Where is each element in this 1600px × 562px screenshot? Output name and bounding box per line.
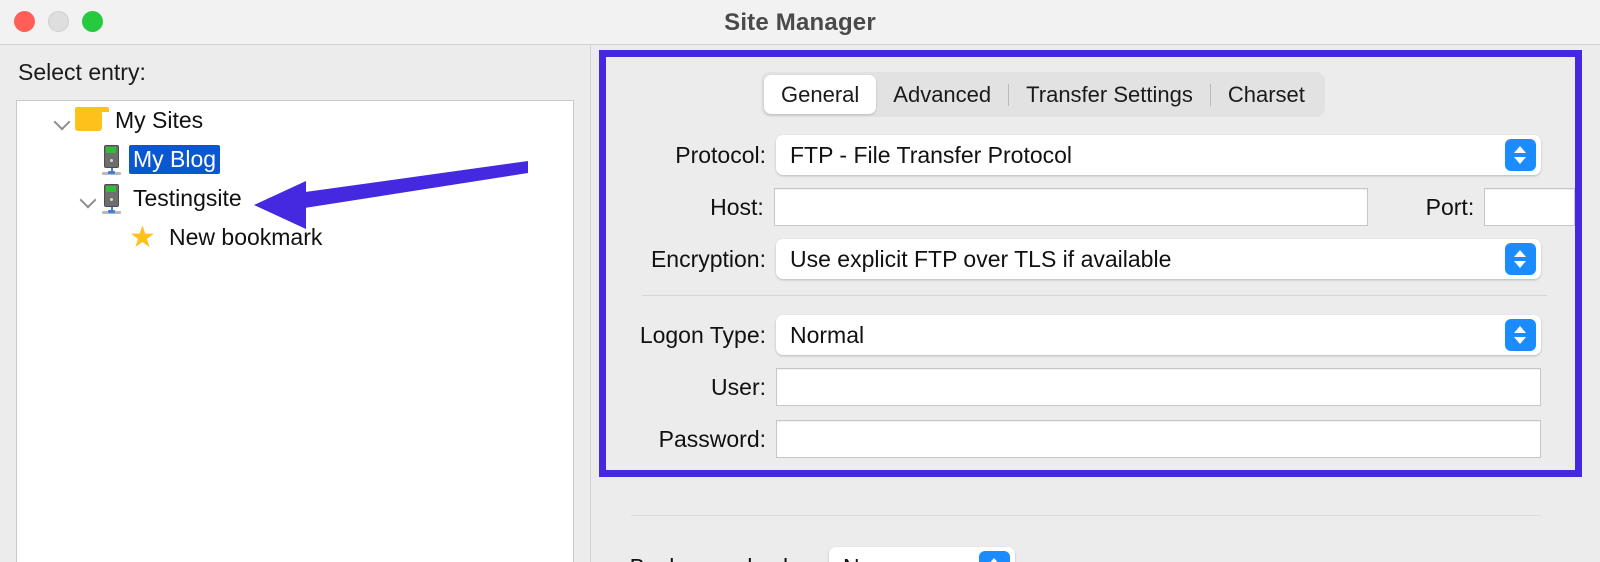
user-input[interactable]	[776, 368, 1541, 406]
port-label: Port:	[1425, 193, 1475, 220]
site-settings-panel: General Advanced Transfer Settings Chars…	[590, 45, 1600, 562]
tab-general[interactable]: General	[764, 75, 877, 114]
password-label: Password:	[658, 425, 766, 452]
site-tree[interactable]: My Sites My Blog Testingsite ★ New bookm…	[16, 100, 574, 562]
background-color-value: None	[843, 554, 898, 562]
chevron-updown-icon[interactable]	[1505, 243, 1536, 275]
background-color-select[interactable]: None	[829, 547, 1015, 562]
host-input[interactable]	[773, 188, 1368, 226]
select-entry-panel: Select entry: My Sites My Blog Testingsi…	[0, 45, 590, 562]
general-settings-form: Protocol: FTP - File Transfer Protocol H…	[606, 129, 1575, 465]
form-group-divider	[642, 295, 1547, 296]
password-input[interactable]	[776, 420, 1541, 458]
host-port-row: Host: Port:	[606, 181, 1575, 233]
protocol-label: Protocol:	[675, 141, 766, 168]
bottom-settings-area: Background color: None	[591, 485, 1600, 562]
tree-item-testingsite[interactable]: Testingsite	[17, 179, 573, 218]
site-manager-window: Site Manager Select entry: My Sites My B…	[0, 0, 1600, 562]
tree-item-label: My Sites	[115, 107, 204, 133]
general-tab-highlight-box: General Advanced Transfer Settings Chars…	[599, 50, 1582, 477]
protocol-value: FTP - File Transfer Protocol	[790, 141, 1073, 168]
select-entry-label: Select entry:	[18, 59, 146, 85]
chevron-updown-icon[interactable]	[1505, 139, 1536, 171]
tab-charset[interactable]: Charset	[1211, 75, 1322, 114]
logon-type-select[interactable]: Normal	[776, 315, 1541, 355]
tree-item-my-sites[interactable]: My Sites	[17, 101, 573, 140]
title-bar: Site Manager	[0, 0, 1600, 45]
bottom-divider	[631, 515, 1541, 516]
star-icon: ★	[129, 220, 156, 254]
logon-type-value: Normal	[790, 321, 865, 348]
server-icon	[101, 183, 121, 214]
encryption-value: Use explicit FTP over TLS if available	[790, 245, 1172, 272]
tree-item-new-bookmark[interactable]: ★ New bookmark	[17, 218, 573, 257]
chevron-updown-icon[interactable]	[1505, 319, 1536, 351]
user-row: User:	[606, 361, 1575, 413]
encryption-label: Encryption:	[650, 245, 766, 272]
settings-tab-bar: General Advanced Transfer Settings Chars…	[761, 72, 1325, 117]
window-title: Site Manager	[724, 9, 876, 36]
logon-type-label: Logon Type:	[639, 321, 766, 348]
tab-advanced[interactable]: Advanced	[876, 75, 1008, 114]
logon-type-row: Logon Type: Normal	[606, 309, 1575, 361]
chevron-updown-icon[interactable]	[979, 551, 1010, 562]
tree-item-label: New bookmark	[169, 224, 323, 250]
server-icon	[101, 144, 121, 175]
chevron-down-icon[interactable]	[75, 186, 101, 212]
background-color-row: Background color: None	[591, 547, 1015, 562]
tree-item-label: My Blog	[129, 145, 221, 174]
background-color-label: Background color:	[591, 554, 829, 562]
folder-icon	[75, 107, 109, 131]
protocol-row: Protocol: FTP - File Transfer Protocol	[606, 129, 1575, 181]
password-row: Password:	[606, 413, 1575, 465]
tab-transfer-settings[interactable]: Transfer Settings	[1009, 75, 1210, 114]
chevron-down-icon[interactable]	[49, 108, 75, 134]
user-label: User:	[711, 373, 766, 400]
host-label: Host:	[710, 193, 764, 220]
tree-item-my-blog[interactable]: My Blog	[17, 140, 573, 179]
encryption-select[interactable]: Use explicit FTP over TLS if available	[776, 239, 1541, 279]
port-input[interactable]	[1484, 188, 1575, 226]
encryption-row: Encryption: Use explicit FTP over TLS if…	[606, 233, 1575, 285]
tree-item-label: Testingsite	[133, 185, 242, 211]
protocol-select[interactable]: FTP - File Transfer Protocol	[776, 135, 1541, 175]
